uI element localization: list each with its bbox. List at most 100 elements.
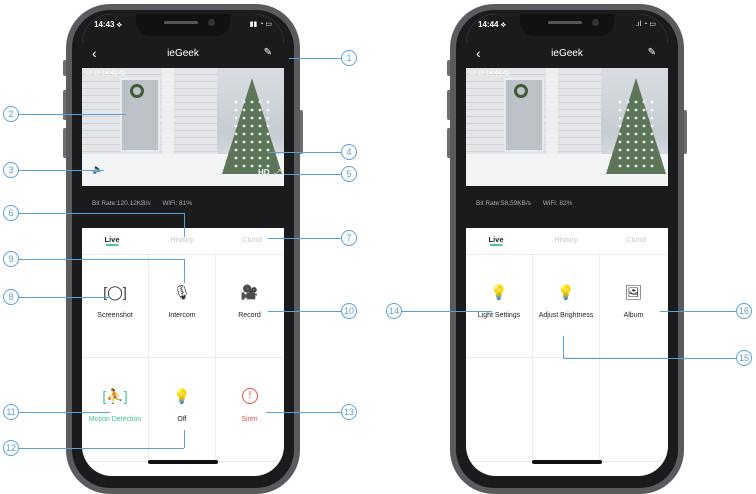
callout-line	[289, 58, 341, 59]
notch	[520, 14, 614, 36]
home-indicator[interactable]	[148, 460, 218, 464]
video-timestamp: 12-15 14:43:42	[85, 71, 126, 77]
wifi-text: WiFi: 82%	[542, 200, 573, 207]
motion-detection-label: Motion Detection	[88, 416, 142, 423]
callout-line	[18, 297, 110, 298]
callout-7: 7	[341, 230, 357, 246]
album-icon: 🖼	[624, 284, 643, 300]
callout-16: 16	[736, 303, 752, 319]
callout-line	[18, 448, 184, 449]
callout-line	[184, 430, 185, 448]
callout-9: 9	[3, 251, 19, 267]
callout-14: 14	[386, 303, 402, 319]
callout-8: 8	[3, 289, 19, 305]
hd-toggle-button[interactable]: HD	[258, 168, 270, 177]
light-toggle-button[interactable]: 💡 Off	[149, 358, 216, 462]
album-button[interactable]: 🖼 Album	[600, 254, 667, 358]
callout-line	[563, 358, 736, 359]
callout-2: 2	[3, 106, 19, 122]
adjust-brightness-label: Adjust Brightness	[538, 312, 594, 319]
callout-line	[18, 259, 184, 260]
active-tab-indicator	[106, 244, 118, 246]
callout-11: 11	[3, 404, 19, 420]
bulb-settings-icon: 💡	[490, 284, 508, 300]
callout-10: 10	[341, 303, 357, 319]
bulb-icon: 💡	[173, 388, 191, 404]
callout-6: 6	[3, 205, 19, 221]
empty-cell	[533, 358, 600, 462]
callout-line	[18, 412, 110, 413]
notch	[136, 14, 230, 36]
brightness-icon: 💡	[557, 284, 575, 300]
stream-stats: Bit Rate:120.12KB/s WiFi: 81%	[92, 200, 202, 207]
siren-button[interactable]: ! Siren	[216, 358, 283, 462]
video-timestamp: 12-15 14:44:42	[469, 71, 510, 77]
phone-right: 14:44 ⟡ .ıl ◔ ▭ ‹ ieGeek ✎ 12-15 14:44:4…	[447, 0, 687, 494]
tab-history[interactable]: History	[152, 235, 212, 244]
callout-12: 12	[3, 440, 19, 456]
tab-cloud[interactable]: Cloud	[606, 235, 666, 244]
app-screen: 14:44 ⟡ .ıl ◔ ▭ ‹ ieGeek ✎ 12-15 14:44:4…	[466, 14, 668, 476]
home-indicator[interactable]	[532, 460, 602, 464]
callout-line	[266, 412, 341, 413]
callout-line	[184, 213, 185, 237]
callout-line	[660, 311, 736, 312]
callout-line	[268, 152, 341, 153]
active-tab-indicator	[490, 244, 502, 246]
light-off-label: Off	[177, 416, 187, 423]
tab-cloud[interactable]: Cloud	[222, 235, 282, 244]
status-icons: .ıl ◔ ▭	[635, 21, 656, 28]
tab-bar: Live History Cloud	[82, 228, 284, 255]
status-icons: ▮▮ ◔ ▭	[249, 21, 272, 28]
callout-line	[284, 174, 341, 175]
callout-line	[18, 213, 184, 214]
camera-icon: 🎥	[240, 284, 259, 300]
callout-1: 1	[341, 50, 357, 66]
light-settings-button[interactable]: 💡 Light Settings	[466, 254, 533, 358]
status-time: 14:43 ⟡	[94, 20, 122, 29]
siren-label: Siren	[241, 416, 258, 423]
wreath-image	[130, 84, 144, 98]
fullscreen-icon[interactable]: ⤢	[274, 168, 280, 178]
tab-live[interactable]: Live	[82, 235, 142, 244]
stream-stats: Bit Rate:58.59KB/s WiFi: 82%	[476, 200, 582, 207]
edit-icon[interactable]: ✎	[648, 47, 656, 58]
album-label: Album	[623, 312, 644, 319]
intercom-button[interactable]: 🎙 Intercom	[149, 254, 216, 358]
tab-live[interactable]: Live	[466, 235, 526, 244]
nav-bar: ‹ ieGeek ✎	[466, 44, 668, 64]
wreath-image	[514, 84, 528, 98]
empty-cell	[600, 358, 667, 462]
motion-detection-button[interactable]: [⛹] Motion Detection	[82, 358, 149, 462]
phone-left: 14:43 ⟡ ▮▮ ◔ ▭ ‹ ieGeek ✎ 12-15 14:43:42…	[63, 0, 303, 494]
empty-cell	[466, 358, 533, 462]
callout-line	[563, 336, 564, 358]
edit-icon[interactable]: ✎	[264, 47, 272, 58]
alert-icon: !	[242, 388, 258, 404]
tab-bar: Live History Cloud	[466, 228, 668, 255]
record-label: Record	[238, 312, 261, 319]
app-screen: 14:43 ⟡ ▮▮ ◔ ▭ ‹ ieGeek ✎ 12-15 14:43:42…	[82, 14, 284, 476]
screenshot-label: Screenshot	[97, 312, 133, 319]
callout-line	[184, 259, 185, 283]
callout-15: 15	[736, 350, 752, 366]
live-video-feed[interactable]: 12-15 14:43:42 🔈 HD ⤢	[82, 68, 284, 186]
wifi-text: WiFi: 81%	[162, 200, 192, 207]
page-title: ieGeek	[167, 48, 199, 59]
nav-bar: ‹ ieGeek ✎	[82, 44, 284, 64]
callout-line	[268, 311, 341, 312]
bitrate-text: Bit Rate:58.59KB/s	[476, 200, 531, 207]
status-time: 14:44 ⟡	[478, 20, 506, 29]
screenshot-button[interactable]: [◯] Screenshot	[82, 254, 149, 358]
bitrate-text: Bit Rate:120.12KB/s	[92, 200, 151, 207]
callout-line	[268, 238, 341, 239]
microphone-icon: 🎙	[173, 284, 191, 300]
callout-line	[18, 114, 126, 115]
tab-history[interactable]: History	[536, 235, 596, 244]
screenshot-icon: [◯]	[103, 284, 127, 300]
adjust-brightness-button[interactable]: 💡 Adjust Brightness	[533, 254, 600, 358]
callout-line	[402, 311, 492, 312]
function-grid: 💡 Light Settings 💡 Adjust Brightness 🖼 A…	[466, 254, 668, 476]
live-video-feed[interactable]: 12-15 14:44:42	[466, 68, 668, 186]
record-button[interactable]: 🎥 Record	[216, 254, 283, 358]
